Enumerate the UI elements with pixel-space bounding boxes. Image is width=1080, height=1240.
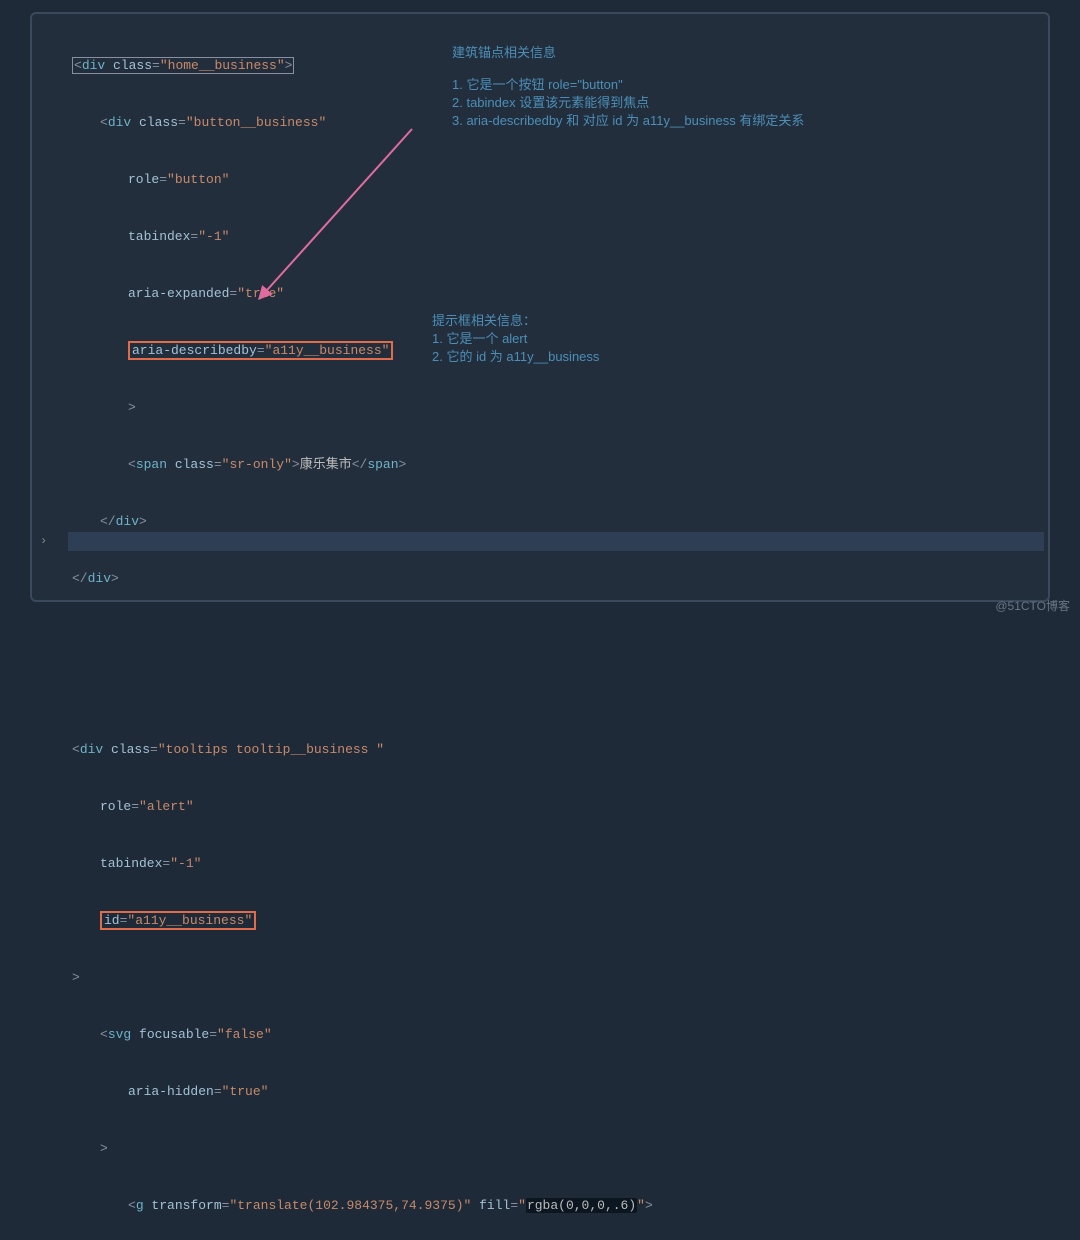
highlight-box-aria-describedby: aria-describedby="a11y__business" (128, 341, 393, 360)
watermark: @51CTO博客 (995, 597, 1070, 614)
annotation-tooltip: 提示框相关信息： 1. 它是一个 alert 2. 它的 id 为 a11y__… (432, 312, 732, 366)
highlight-box-id: id="a11y__business" (100, 911, 256, 930)
annotation-anchor: 建筑锚点相关信息 1. 它是一个按钮 role="button" 2. tabi… (452, 44, 882, 130)
gutter: › (32, 14, 68, 600)
code-editor-frame: › <div class="home__business"> <div clas… (30, 12, 1050, 602)
fold-caret-icon[interactable]: › (40, 534, 47, 548)
code-area[interactable]: <div class="home__business"> <div class=… (72, 18, 1038, 1240)
code-token: < (74, 58, 82, 73)
